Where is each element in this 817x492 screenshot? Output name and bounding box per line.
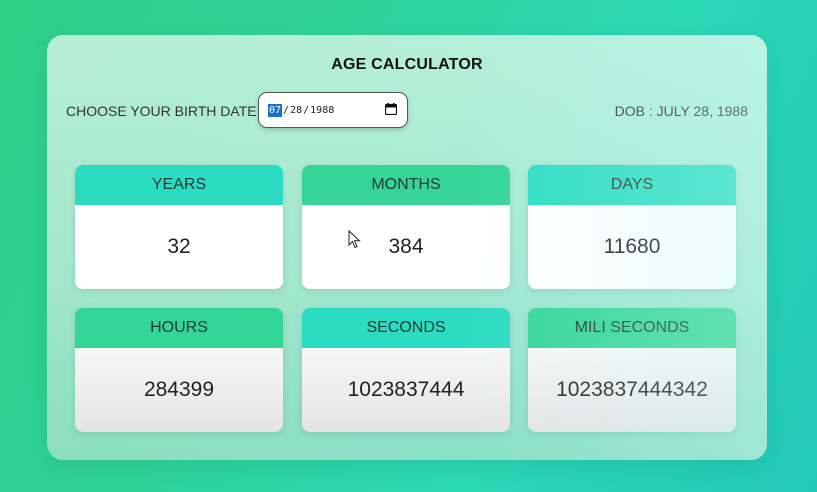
dob-display: DOB : JULY 28, 1988: [614, 103, 748, 119]
months-card: MONTHS 384: [302, 165, 510, 289]
milliseconds-card: MILI SECONDS 1023837444342: [528, 308, 736, 432]
seconds-card-label: SECONDS: [302, 308, 510, 348]
months-card-value: 384: [302, 205, 510, 289]
years-card-label: YEARS: [75, 165, 283, 205]
date-month-segment[interactable]: 07: [268, 103, 283, 117]
hours-card: HOURS 284399: [75, 308, 283, 432]
birth-date-input[interactable]: 07 / 28 / 1988: [259, 93, 407, 127]
years-card-value: 32: [75, 205, 283, 289]
date-day-segment[interactable]: 28: [290, 105, 302, 116]
milliseconds-card-value: 1023837444342: [528, 348, 736, 432]
date-year-segment[interactable]: 1988: [310, 105, 334, 116]
mouse-pointer-icon: [348, 230, 361, 249]
years-card: YEARS 32: [75, 165, 283, 289]
days-card: DAYS 11680: [528, 165, 736, 289]
hours-card-label: HOURS: [75, 308, 283, 348]
date-separator: /: [303, 104, 310, 116]
birth-date-label: CHOOSE YOUR BIRTH DATE: [66, 103, 257, 119]
date-separator: /: [283, 104, 290, 116]
page-title: AGE CALCULATOR: [331, 56, 483, 73]
age-calculator-panel: AGE CALCULATOR CHOOSE YOUR BIRTH DATE 07…: [47, 35, 767, 460]
calendar-icon[interactable]: [385, 103, 397, 115]
seconds-card-value: 1023837444: [302, 348, 510, 432]
days-card-value: 11680: [528, 205, 736, 289]
days-card-label: DAYS: [528, 165, 736, 205]
milliseconds-card-label: MILI SECONDS: [528, 308, 736, 348]
months-card-label: MONTHS: [302, 165, 510, 205]
seconds-card: SECONDS 1023837444: [302, 308, 510, 432]
hours-card-value: 284399: [75, 348, 283, 432]
